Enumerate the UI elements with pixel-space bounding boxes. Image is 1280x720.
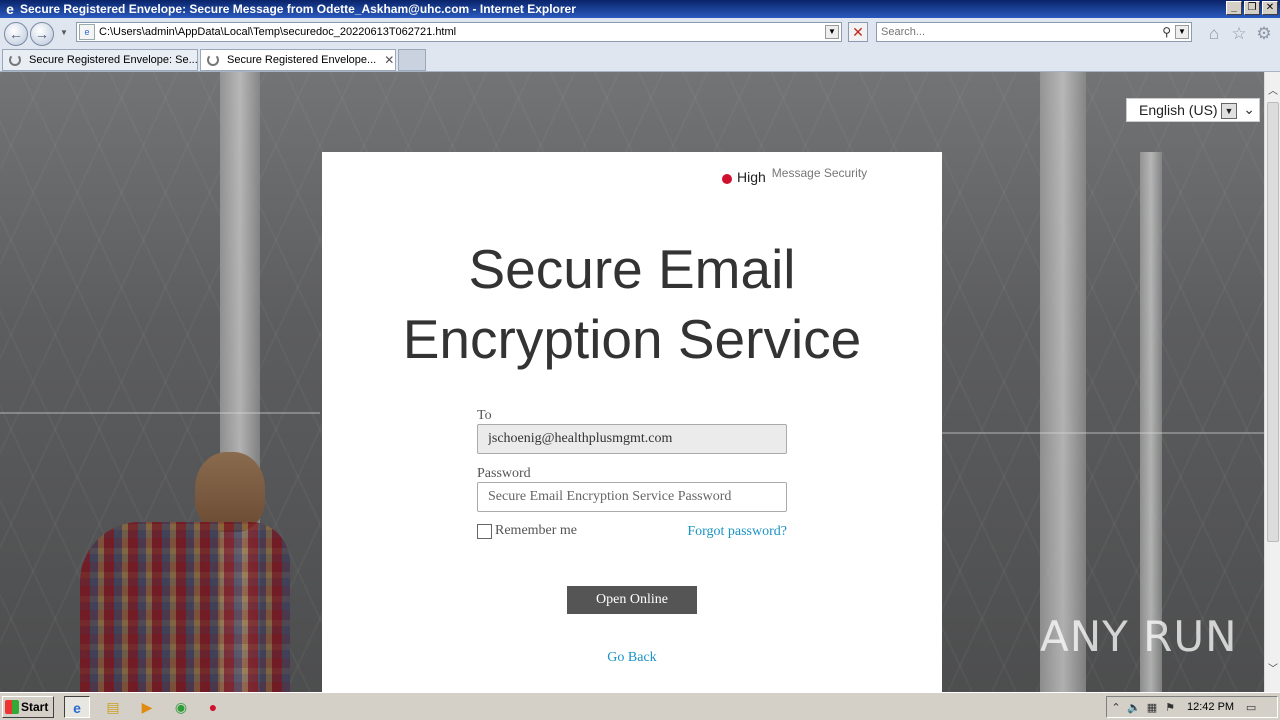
forward-button[interactable]: → xyxy=(30,22,54,46)
tray-expand-icon[interactable]: ⌃ xyxy=(1107,701,1125,714)
tab-label: Secure Registered Envelope... xyxy=(227,54,377,66)
taskbar-ie-icon[interactable]: e xyxy=(64,696,90,718)
login-form: To Password Remember me Forgot password? xyxy=(477,408,787,554)
clock: 12:42 PM xyxy=(1187,701,1235,713)
restore-button[interactable]: ❐ xyxy=(1244,1,1260,15)
ie-logo-icon: e xyxy=(6,1,14,17)
go-back-link[interactable]: Go Back xyxy=(322,650,942,666)
chevron-down-icon[interactable]: ⌄ xyxy=(1243,101,1255,118)
address-bar[interactable]: e C:\Users\admin\AppData\Local\Temp\secu… xyxy=(76,22,842,42)
taskbar: Start e ▤ ▶ ◉ ● ⌃ 🔈 ▦ ⚑ 12:42 PM ▭ xyxy=(0,692,1280,720)
settings-gear-icon[interactable]: ⚙ xyxy=(1254,24,1274,44)
background-pillar xyxy=(1040,72,1086,692)
background-line xyxy=(0,412,320,414)
open-online-button[interactable]: Open Online xyxy=(567,586,697,614)
tab-label: Secure Registered Envelope: Se... xyxy=(29,54,198,66)
background-person-image xyxy=(60,452,290,692)
language-value: English (US) xyxy=(1139,102,1218,118)
address-dropdown-icon[interactable]: ▼ xyxy=(825,25,839,39)
page-title: Secure Email Encryption Service xyxy=(322,234,942,374)
remember-row: Remember me Forgot password? xyxy=(477,523,787,554)
loading-spinner-icon xyxy=(9,54,21,66)
window-controls: _ ❐ ✕ xyxy=(1226,1,1278,15)
password-label: Password xyxy=(477,466,531,481)
language-dropdown-icon[interactable]: ▼ xyxy=(1221,103,1237,119)
security-label: Message Security xyxy=(771,166,868,180)
history-dropdown-icon[interactable]: ▼ xyxy=(60,28,70,38)
page-icon: e xyxy=(79,24,95,40)
to-label: To xyxy=(477,408,492,423)
title-line-1: Secure Email xyxy=(468,238,796,300)
minimize-button[interactable]: _ xyxy=(1226,1,1242,15)
start-label: Start xyxy=(21,700,49,714)
home-icon[interactable]: ⌂ xyxy=(1204,24,1224,44)
title-line-2: Encryption Service xyxy=(402,308,862,370)
window-title-bar: e Secure Registered Envelope: Secure Mes… xyxy=(0,0,1280,18)
scroll-down-icon[interactable]: ﹀ xyxy=(1265,662,1280,678)
search-dropdown-icon[interactable]: ▼ xyxy=(1175,25,1189,39)
login-card: High Message Security Secure Email Encry… xyxy=(322,152,942,692)
network-icon[interactable]: ▦ xyxy=(1143,701,1161,714)
background-line xyxy=(940,432,1264,434)
language-select[interactable]: English (US) ▼ ⌄ xyxy=(1126,98,1260,122)
search-input[interactable] xyxy=(881,26,1151,38)
back-button[interactable]: ← xyxy=(4,22,28,46)
password-field[interactable] xyxy=(477,482,787,512)
security-level: High xyxy=(737,169,766,185)
loading-spinner-icon xyxy=(207,54,219,66)
remember-me-label[interactable]: Remember me xyxy=(495,523,577,539)
to-email-field[interactable] xyxy=(477,424,787,454)
close-button[interactable]: ✕ xyxy=(1262,1,1278,15)
window-title: Secure Registered Envelope: Secure Messa… xyxy=(20,2,576,16)
volume-icon[interactable]: 🔈 xyxy=(1125,701,1143,714)
tab-envelope-2[interactable]: Secure Registered Envelope... ✕ xyxy=(200,49,396,71)
navigation-bar: ← → ▼ e C:\Users\admin\AppData\Local\Tem… xyxy=(0,18,1280,48)
background-pillar xyxy=(1140,152,1162,692)
action-center-flag-icon[interactable]: ⚑ xyxy=(1161,701,1179,714)
forgot-password-link[interactable]: Forgot password? xyxy=(687,524,787,540)
search-box[interactable]: ⚲ ▼ xyxy=(876,22,1192,42)
tab-bar: Secure Registered Envelope: Se... Secure… xyxy=(0,48,1280,72)
page-content: English (US) ▼ ⌄ High Message Security S… xyxy=(0,72,1264,692)
tab-envelope-1[interactable]: Secure Registered Envelope: Se... xyxy=(2,49,198,71)
vertical-scrollbar[interactable]: ︿ ﹀ xyxy=(1264,72,1280,692)
system-tray: ⌃ 🔈 ▦ ⚑ 12:42 PM ▭ xyxy=(1106,696,1278,718)
show-desktop-icon[interactable]: ▭ xyxy=(1242,701,1260,714)
start-button[interactable]: Start xyxy=(2,696,54,718)
scroll-thumb[interactable] xyxy=(1267,102,1279,542)
message-security-indicator: High Message Security xyxy=(722,166,867,185)
security-level-dot-icon xyxy=(722,174,732,184)
search-icon[interactable]: ⚲ xyxy=(1162,25,1171,39)
windows-flag-icon xyxy=(5,700,19,714)
taskbar-chrome-icon[interactable]: ◉ xyxy=(168,696,194,718)
remember-me-checkbox[interactable] xyxy=(477,524,492,539)
stop-button[interactable]: ✕ xyxy=(848,22,868,42)
favorites-star-icon[interactable]: ☆ xyxy=(1229,24,1249,44)
taskbar-explorer-icon[interactable]: ▤ xyxy=(100,696,126,718)
close-tab-icon[interactable]: ✕ xyxy=(384,53,394,67)
taskbar-media-player-icon[interactable]: ▶ xyxy=(134,696,160,718)
address-text: C:\Users\admin\AppData\Local\Temp\secure… xyxy=(99,26,457,38)
taskbar-security-icon[interactable]: ● xyxy=(200,696,226,718)
anyrun-watermark: ANY RUN xyxy=(1040,612,1238,661)
scroll-up-icon[interactable]: ︿ xyxy=(1265,84,1280,100)
new-tab-button[interactable] xyxy=(398,49,426,71)
